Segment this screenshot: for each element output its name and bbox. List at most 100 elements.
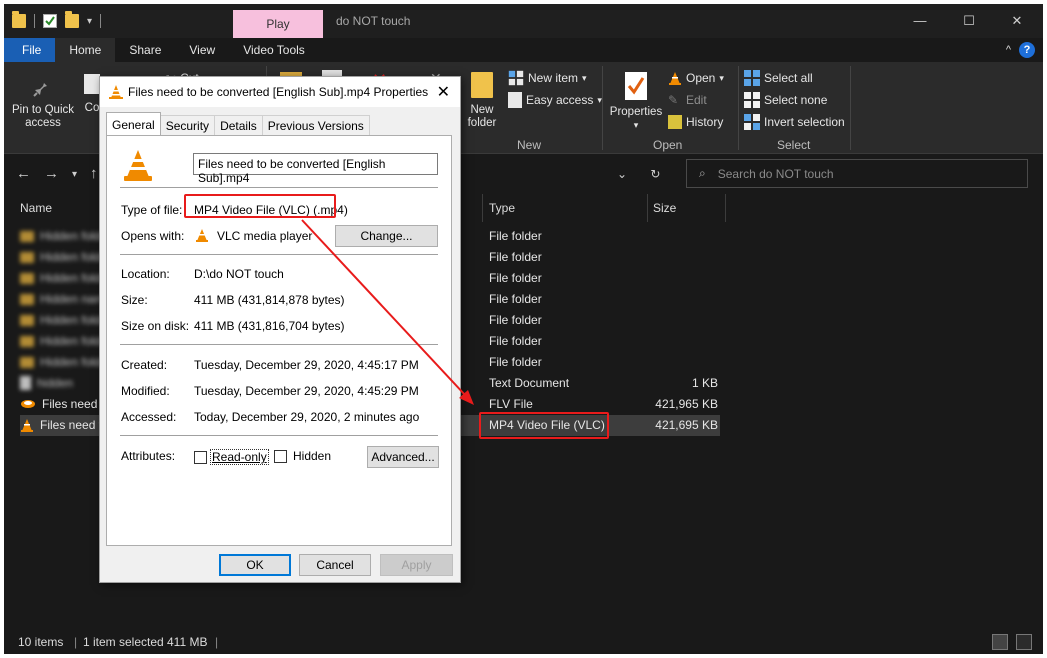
divider	[34, 14, 35, 28]
properties-dialog: Files need to be converted [English Sub]…	[99, 76, 461, 583]
item-type: File folder	[489, 292, 542, 306]
tab-general[interactable]: General	[106, 112, 161, 135]
easy-access-button[interactable]: Easy access ▾	[508, 90, 602, 110]
size-on-disk-value: 411 MB (431,816,704 bytes)	[194, 319, 345, 333]
location-label: Location:	[121, 267, 170, 281]
dialog-title-bar: Files need to be converted [English Sub]…	[100, 77, 460, 107]
tab-security[interactable]: Security	[159, 115, 216, 135]
edit-label: Edit	[686, 93, 707, 107]
text-document-icon	[20, 376, 31, 390]
folder-icon	[20, 251, 34, 263]
modified-label: Modified:	[121, 384, 170, 398]
refresh-icon[interactable]: ↻	[650, 167, 660, 181]
invert-selection-label: Invert selection	[764, 115, 845, 129]
tab-home[interactable]: Home	[55, 38, 116, 62]
new-item-label: New item	[528, 71, 579, 85]
item-type: File folder	[489, 334, 542, 348]
column-header-name[interactable]: Name	[20, 200, 52, 224]
accessed-value: Today, December 29, 2020, 2 minutes ago	[194, 410, 420, 424]
tab-details[interactable]: Details	[214, 115, 263, 135]
advanced-button[interactable]: Advanced...	[367, 446, 439, 468]
minimize-button[interactable]: —	[897, 10, 943, 32]
divider	[120, 187, 438, 188]
select-all-button[interactable]: Select all	[744, 68, 813, 88]
new-folder-icon	[471, 72, 493, 98]
dialog-close-icon[interactable]: ✕	[437, 82, 450, 102]
change-button[interactable]: Change...	[335, 225, 438, 247]
customize-toolbar-chevron-icon[interactable]: ▾	[87, 16, 92, 27]
properties-check-icon[interactable]	[43, 14, 57, 28]
tab-file[interactable]: File	[4, 38, 56, 62]
history-icon	[668, 115, 682, 129]
history-label: History	[686, 115, 724, 129]
ok-button[interactable]: OK	[219, 554, 291, 576]
history-button[interactable]: History	[668, 112, 723, 132]
divider: |	[74, 635, 78, 649]
divider	[120, 344, 438, 345]
apply-button[interactable]: Apply	[380, 554, 453, 576]
item-size: 421,695 KB	[655, 418, 718, 432]
new-folder-button[interactable]: New folder	[462, 72, 502, 130]
properties-button[interactable]: Properties ▾	[608, 72, 664, 132]
easy-access-icon	[508, 92, 522, 108]
tab-view[interactable]: View	[175, 38, 229, 62]
tab-previous-versions[interactable]: Previous Versions	[261, 115, 370, 135]
type-label: Type of file:	[121, 203, 183, 217]
size-label: Size:	[121, 293, 148, 307]
item-type: File folder	[489, 355, 542, 369]
modified-value: Tuesday, December 29, 2020, 4:45:29 PM	[194, 384, 419, 398]
select-none-button[interactable]: Select none	[744, 90, 827, 110]
tab-video-tools[interactable]: Video Tools	[229, 38, 319, 62]
edit-pencil-icon: ✎	[668, 93, 679, 107]
hidden-checkbox[interactable]: Hidden	[274, 449, 331, 463]
ribbon-tabs: File Home Share View Video Tools	[4, 38, 1043, 62]
filename-field[interactable]: Files need to be converted [English Sub]…	[193, 153, 438, 185]
search-input[interactable]: ⌕ Search do NOT touch	[686, 159, 1028, 188]
open-button[interactable]: Open ▾	[668, 68, 724, 88]
pin-to-quick-access-button[interactable]: Pin to Quick access	[10, 76, 76, 130]
details-view-icon[interactable]	[992, 634, 1008, 650]
collapse-ribbon-icon[interactable]: ^	[1006, 44, 1011, 56]
new-folder-icon[interactable]	[65, 11, 79, 28]
edit-button[interactable]: ✎ Edit	[668, 90, 707, 110]
dialog-title: Files need to be converted [English Sub]…	[128, 85, 429, 99]
vlc-cone-icon	[109, 85, 123, 99]
new-item-button[interactable]: New item ▾	[508, 68, 587, 88]
copy-icon	[84, 74, 100, 94]
play-context-tab[interactable]: Play	[233, 10, 323, 38]
help-icon[interactable]: ?	[1019, 42, 1035, 58]
accessed-label: Accessed:	[121, 410, 177, 424]
back-arrow-icon[interactable]: ←	[16, 165, 31, 182]
folder-icon	[20, 230, 34, 242]
close-button[interactable]: ✕	[994, 10, 1040, 32]
up-arrow-icon[interactable]: ↑	[90, 165, 98, 182]
column-header-size[interactable]: Size	[653, 200, 676, 224]
item-name: Hidden name	[20, 292, 111, 306]
ribbon-help-area: ^ ?	[1006, 42, 1035, 58]
recent-locations-chevron-icon[interactable]: ▾	[72, 169, 77, 180]
read-only-checkbox[interactable]: Read-only	[194, 449, 269, 465]
divider	[120, 435, 438, 436]
size-on-disk-label: Size on disk:	[121, 319, 190, 333]
address-dropdown-chevron-icon[interactable]: ⌄	[617, 167, 627, 181]
folder-icon	[12, 11, 26, 28]
divider	[850, 66, 851, 150]
column-header-type[interactable]: Type	[489, 200, 515, 224]
maximize-button[interactable]: ☐	[946, 10, 992, 32]
forward-arrow-icon[interactable]: →	[44, 165, 59, 182]
attributes-label: Attributes:	[121, 449, 176, 463]
large-icons-view-icon[interactable]	[1016, 634, 1032, 650]
dropdown-arrow-icon: ▾	[582, 72, 587, 83]
size-value: 411 MB (431,814,878 bytes)	[194, 293, 345, 307]
quick-access-toolbar: ▾	[12, 11, 102, 30]
invert-selection-button[interactable]: Invert selection	[744, 112, 845, 132]
cancel-button[interactable]: Cancel	[299, 554, 371, 576]
divider	[120, 254, 438, 255]
divider	[647, 194, 648, 222]
search-icon: ⌕	[699, 166, 706, 180]
tab-share[interactable]: Share	[115, 38, 175, 62]
selection-count: 1 item selected	[83, 635, 164, 649]
properties-label: Properties	[609, 106, 663, 118]
item-size: 1 KB	[691, 376, 718, 390]
highlight-box	[479, 412, 609, 439]
